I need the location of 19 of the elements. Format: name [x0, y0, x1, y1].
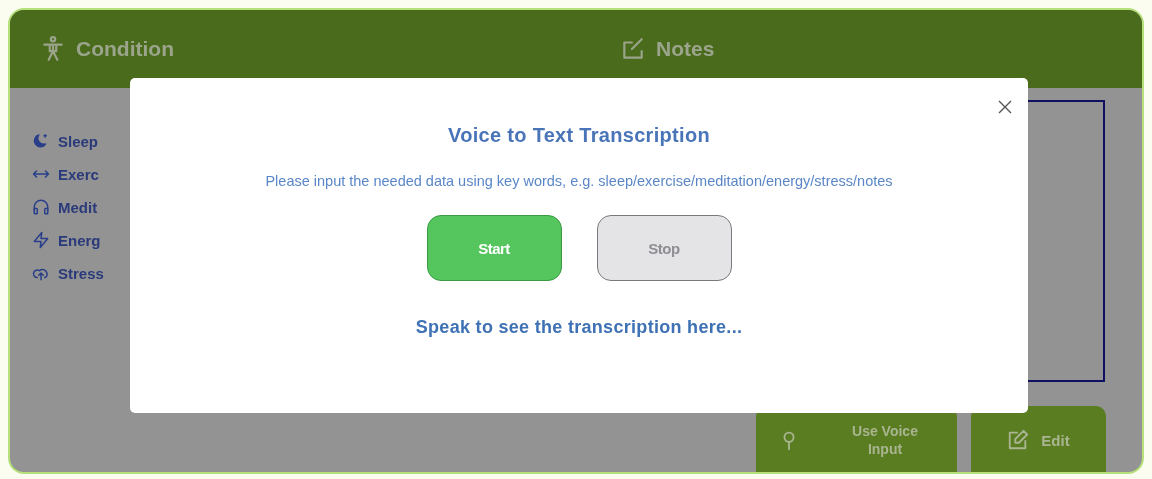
metric-label: Stress	[58, 264, 104, 282]
close-button[interactable]	[996, 98, 1014, 116]
section-title: Notes	[656, 37, 715, 61]
metric-label: Exerc	[58, 165, 99, 183]
metric-label: Energ	[58, 231, 101, 249]
person-icon	[40, 35, 66, 63]
lightning-icon	[32, 231, 50, 249]
edit-icon	[1007, 429, 1030, 451]
moon-icon	[32, 132, 50, 150]
metric-label: Medit	[58, 198, 98, 216]
headphones-icon	[32, 198, 50, 216]
dialog-title: Voice to Text Transcription	[448, 124, 710, 147]
edit-button[interactable]: Edit	[971, 406, 1106, 472]
instructions-text: Please input the needed data using key words, e.g. sleep/exercise/meditation/energy/stress/notes	[265, 173, 893, 189]
metric-label: Sleep	[58, 132, 99, 150]
transcription-text: Speak to see the transcription here...	[415, 317, 743, 338]
start-button[interactable]: Start	[426, 215, 562, 281]
section-title: Condition	[76, 37, 174, 61]
close-icon	[998, 100, 1012, 114]
